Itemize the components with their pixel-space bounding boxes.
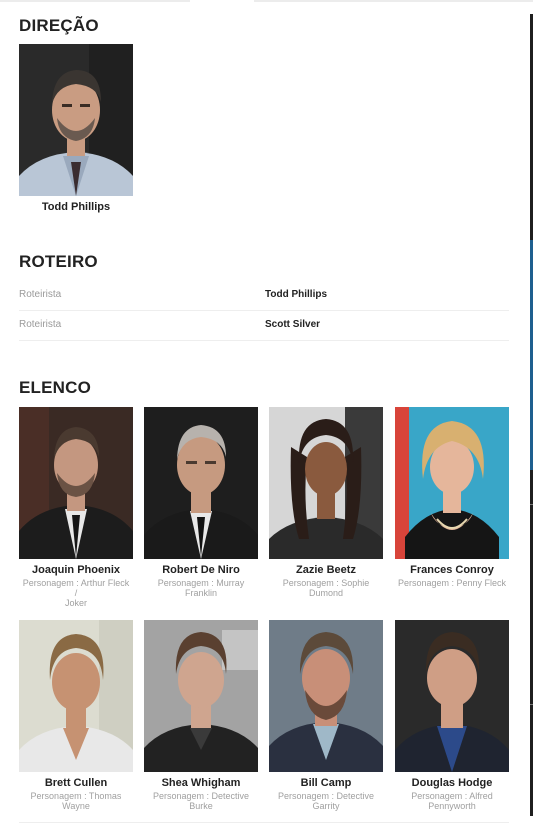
person-photo	[19, 407, 133, 559]
cast-card[interactable]: Shea Whigham Personagem : Detective Burke	[144, 620, 258, 811]
direction-title: DIREÇÃO	[19, 16, 99, 35]
screenplay-role: Roteirista	[19, 319, 62, 330]
cast-character-line: Personagem : Detective	[277, 791, 375, 801]
screenplay-row: Roteirista Scott Silver	[19, 311, 509, 341]
cast-photo[interactable]	[19, 407, 133, 559]
cast-character-line: Personagem : Alfred	[411, 791, 493, 801]
cast-photo[interactable]	[19, 620, 133, 772]
cast-card[interactable]: Joaquin Phoenix Personagem : Arthur Flec…	[19, 407, 133, 608]
cast-name[interactable]: Douglas Hodge	[395, 777, 509, 790]
cast-name[interactable]: Bill Camp	[269, 777, 383, 790]
cast-character: Personagem : Arthur Fleck / Joker	[19, 578, 133, 608]
cast-character: Personagem : Detective Burke	[144, 791, 258, 811]
cast-name[interactable]: Brett Cullen	[19, 777, 133, 790]
person-photo	[269, 407, 383, 559]
person-photo	[19, 44, 133, 196]
section-divider	[19, 822, 509, 823]
cast-card[interactable]: Frances Conroy Personagem : Penny Fleck	[395, 407, 509, 588]
cast-name[interactable]: Joaquin Phoenix	[19, 564, 133, 577]
cast-photo[interactable]	[144, 620, 258, 772]
cast-character-line: Pennyworth	[428, 801, 476, 811]
cast-character-line: Franklin	[184, 588, 217, 598]
cast-character: Personagem : Penny Fleck	[395, 578, 509, 588]
cast-card[interactable]: Robert De Niro Personagem : Murray Frankl…	[144, 407, 258, 598]
cast-character: Personagem : Murray Franklin	[144, 578, 258, 598]
cast-card[interactable]: Douglas Hodge Personagem : Alfred Pennywo…	[395, 620, 509, 811]
person-photo	[144, 620, 258, 772]
person-photo	[269, 620, 383, 772]
person-photo	[144, 407, 258, 559]
cast-name[interactable]: Shea Whigham	[144, 777, 258, 790]
cast-name[interactable]: Robert De Niro	[144, 564, 258, 577]
cast-photo[interactable]	[269, 407, 383, 559]
cast-card[interactable]: Zazie Beetz Personagem : Sophie Dumond	[269, 407, 383, 598]
screenplay-person-link[interactable]: Scott Silver	[265, 319, 320, 330]
cast-character-line: Joker	[64, 598, 87, 608]
cast-character-line: Personagem : Detective	[152, 791, 250, 801]
cast-character-line: Dumond	[308, 588, 344, 598]
cast-character: Personagem : Thomas Wayne	[19, 791, 133, 811]
cast-photo[interactable]	[395, 407, 509, 559]
screenplay-role: Roteirista	[19, 289, 62, 300]
person-photo	[395, 620, 509, 772]
cast-character-line: Personagem : Sophie	[282, 578, 370, 588]
cast-character: Personagem : Detective Garrity	[269, 791, 383, 811]
active-tab-gap	[190, 0, 254, 2]
screenplay-title: ROTEIRO	[19, 252, 98, 271]
cast-photo[interactable]	[395, 620, 509, 772]
cast-character: Personagem : Alfred Pennyworth	[395, 791, 509, 811]
cast-photo[interactable]	[144, 407, 258, 559]
top-divider	[0, 0, 533, 2]
cast-character: Personagem : Sophie Dumond	[269, 578, 383, 598]
cast-character-line: Personagem : Murray	[157, 578, 245, 588]
cast-name[interactable]: Frances Conroy	[395, 564, 509, 577]
cast-character-line: Garrity	[312, 801, 340, 811]
cast-character-line: Personagem : Arthur Fleck /	[22, 578, 130, 598]
cast-character-line: Personagem : Thomas	[30, 791, 122, 801]
screenplay-row: Roteirista Todd Phillips	[19, 281, 509, 311]
person-photo	[19, 620, 133, 772]
cast-card[interactable]: Bill Camp Personagem : Detective Garrity	[269, 620, 383, 811]
director-photo[interactable]	[19, 44, 133, 196]
cast-character-line: Personagem : Penny Fleck	[397, 578, 507, 588]
director-card[interactable]: Todd Phillips	[19, 44, 133, 214]
cast-title: ELENCO	[19, 378, 92, 397]
person-photo	[395, 407, 509, 559]
cast-photo[interactable]	[269, 620, 383, 772]
screenplay-person-link[interactable]: Todd Phillips	[265, 289, 327, 300]
cast-name[interactable]: Zazie Beetz	[269, 564, 383, 577]
cast-character-line: Burke	[189, 801, 213, 811]
director-name[interactable]: Todd Phillips	[19, 201, 133, 214]
cast-card[interactable]: Brett Cullen Personagem : Thomas Wayne	[19, 620, 133, 811]
cast-character-line: Wayne	[62, 801, 90, 811]
